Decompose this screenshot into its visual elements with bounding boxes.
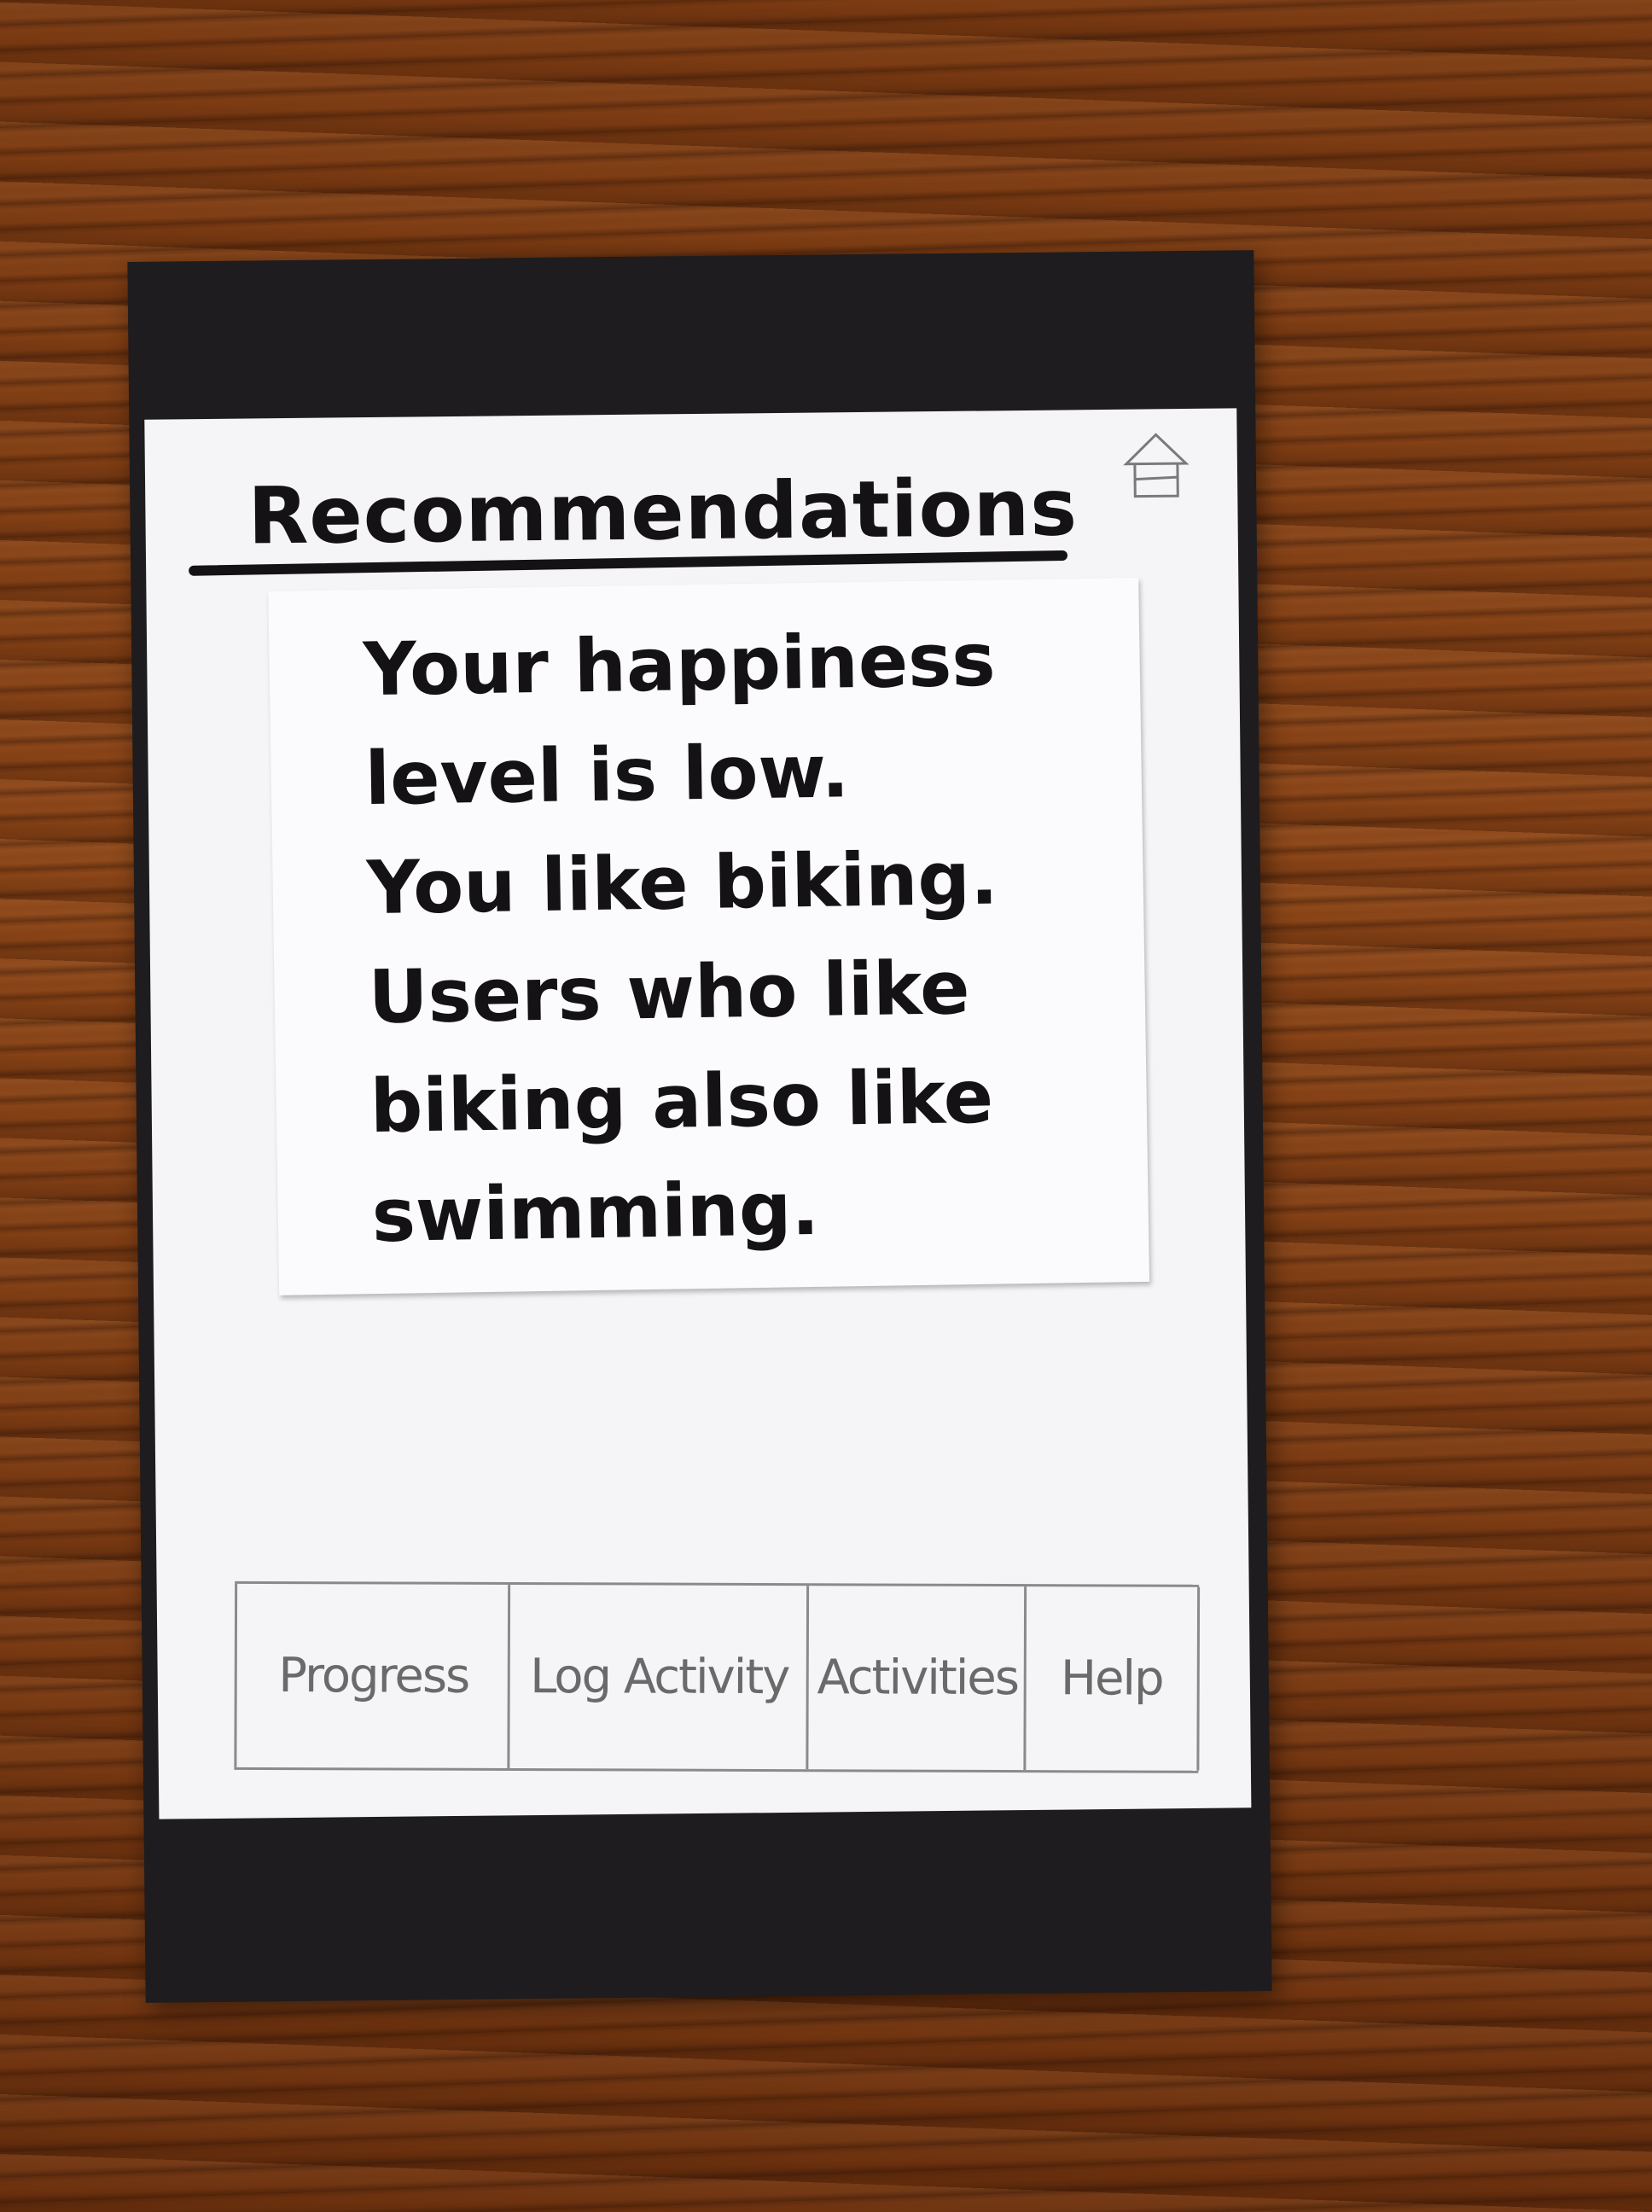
tab-progress[interactable]: Progress [234, 1583, 511, 1768]
tab-help[interactable]: Help [1023, 1586, 1201, 1771]
recommendation-text: Your happiness level is low. You like bi… [362, 617, 999, 1260]
home-icon[interactable] [1117, 428, 1195, 505]
tab-activities[interactable]: Activities [806, 1586, 1027, 1771]
bottom-tab-bar: Progress Log Activity Activities Help [234, 1580, 1201, 1773]
phone-frame: Recommendations Your happiness level is … [127, 250, 1272, 2003]
tab-log-activity-label: Log Activity [530, 1649, 789, 1706]
tab-progress-label: Progress [278, 1648, 469, 1704]
app-screen: Recommendations Your happiness level is … [144, 408, 1252, 1819]
recommendation-card: Your happiness level is low. You like bi… [268, 577, 1150, 1295]
tab-activities-label: Activities [817, 1650, 1019, 1707]
tab-help-label: Help [1060, 1650, 1163, 1707]
tab-log-activity[interactable]: Log Activity [507, 1584, 810, 1770]
